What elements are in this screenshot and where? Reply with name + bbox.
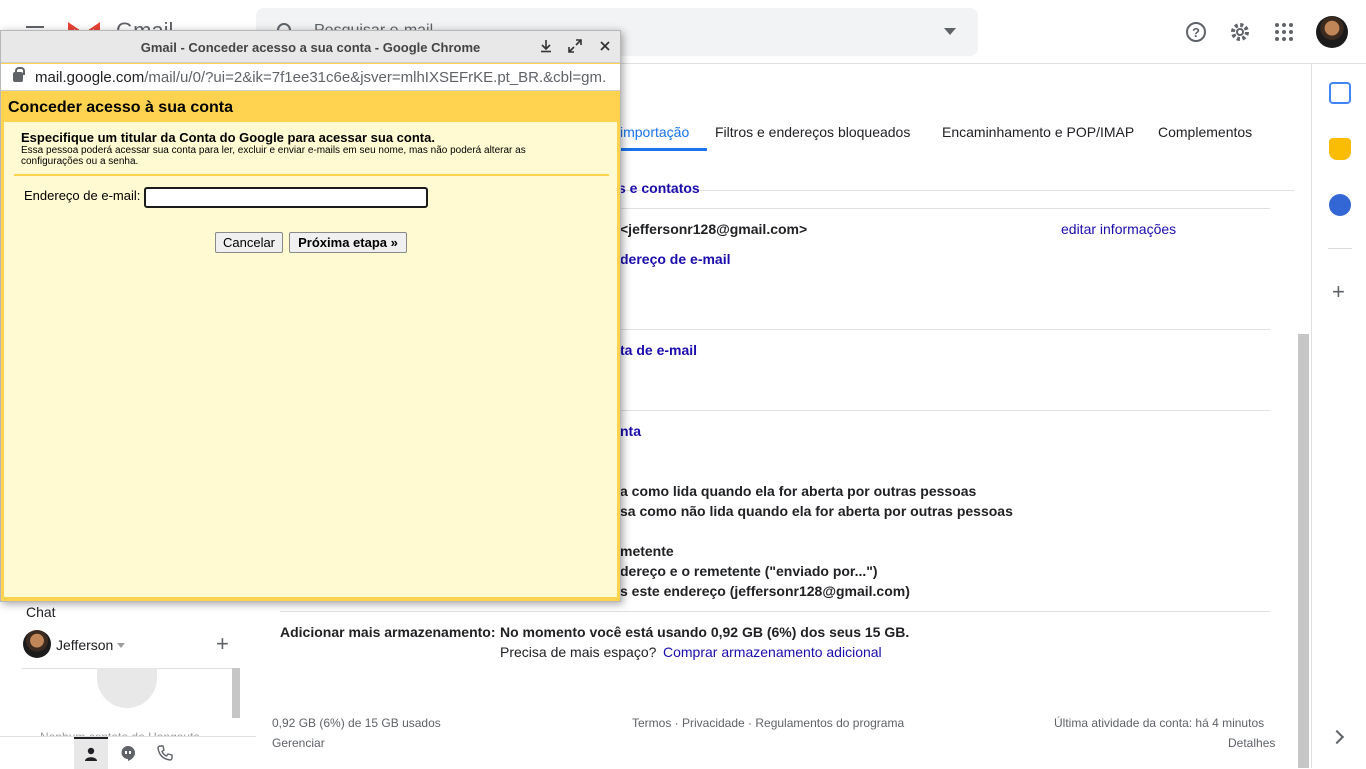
storage-usage: No momento você está usando 0,92 GB (6%)…	[500, 624, 910, 640]
url-path: /mail/u/0/?ui=2&ik=7f1ee31c6e&jsver=mlhI…	[144, 69, 607, 86]
popup-description: Essa pessoa poderá acessar sua conta par…	[21, 145, 526, 167]
tab-filters[interactable]: Filtros e endereços bloqueados	[715, 124, 910, 140]
grant-access-link[interactable]: nta	[620, 423, 641, 439]
email-field-label: Endereço de e-mail:	[24, 188, 141, 203]
chat-title: Chat	[26, 604, 56, 620]
chat-bottom-bar	[0, 736, 256, 769]
help-icon[interactable]: ?	[1184, 20, 1208, 44]
edit-info-link[interactable]: editar informações	[1061, 221, 1176, 237]
tab-addons[interactable]: Complementos	[1158, 124, 1252, 140]
sender-option-1[interactable]: metente	[620, 543, 674, 559]
details-link[interactable]: Detalhes	[1228, 736, 1275, 750]
chat-scrollbar[interactable]	[232, 668, 240, 718]
last-activity: Última atividade da conta: há 4 minutos	[1054, 716, 1265, 730]
sender-option-2[interactable]: dereço e o remetente ("enviado por...")	[620, 563, 878, 579]
popup-form-panel: Especifique um titular da Conta do Googl…	[4, 122, 617, 597]
calendar-icon[interactable]	[1329, 82, 1351, 104]
storage-footer: 0,92 GB (6%) de 15 GB usados	[272, 716, 441, 730]
section-divider	[280, 611, 1270, 612]
contacts-link-partial[interactable]: s e contatos	[618, 180, 700, 194]
chevron-down-icon[interactable]	[117, 643, 125, 648]
add-addon-plus-icon[interactable]: +	[1332, 281, 1345, 303]
lock-icon[interactable]	[13, 67, 25, 82]
account-avatar[interactable]	[1316, 16, 1348, 48]
account-email: <jeffersonr128@gmail.com>	[620, 221, 808, 237]
url-host: mail.google.com	[35, 69, 145, 86]
add-account-link[interactable]: ta de e-mail	[620, 342, 697, 358]
contacts-tab[interactable]	[74, 737, 108, 769]
search-options-icon[interactable]	[944, 28, 956, 35]
hangouts-bubble-icon	[97, 668, 157, 708]
close-icon[interactable]	[598, 39, 612, 53]
footer-links[interactable]: Termos · Privacidade · Regulamentos do p…	[632, 716, 904, 730]
side-panel: +	[1311, 64, 1366, 768]
minimize-icon[interactable]	[539, 39, 553, 53]
popup-window-title: Gmail - Conceder acesso a sua conta - Go…	[140, 40, 481, 55]
storage-label: Adicionar mais armazenamento:	[280, 624, 496, 640]
email-field[interactable]	[144, 187, 428, 208]
maximize-icon[interactable]	[568, 39, 582, 53]
tab-import[interactable]: importação	[620, 124, 689, 140]
storage-question: Precisa de mais espaço?	[500, 644, 657, 660]
chat-user-name[interactable]: Jefferson	[56, 637, 113, 653]
settings-gear-icon[interactable]	[1228, 20, 1252, 44]
tab-forwarding[interactable]: Encaminhamento e POP/IMAP	[942, 124, 1134, 140]
popup-address-bar[interactable]: mail.google.com/mail/u/0/?ui=2&ik=7f1ee3…	[1, 64, 620, 91]
mark-unread-option[interactable]: sa como não lida quando ela for aberta p…	[620, 503, 1013, 519]
new-chat-plus-icon[interactable]: +	[216, 633, 229, 655]
popup-heading: Conceder acesso à sua conta	[8, 99, 233, 116]
person-icon	[85, 747, 97, 761]
next-step-button[interactable]: Próxima etapa »	[289, 232, 407, 253]
popup-subheading: Especifique um titular da Conta do Googl…	[21, 130, 435, 145]
sender-option-3[interactable]: s este endereço (jeffersonr128@gmail.com…	[620, 583, 910, 599]
popup-url[interactable]: mail.google.com/mail/u/0/?ui=2&ik=7f1ee3…	[35, 69, 607, 86]
buy-storage-link[interactable]: Comprar armazenamento adicional	[663, 644, 882, 660]
side-panel-divider	[1328, 248, 1352, 249]
tab-active-indicator	[617, 148, 707, 151]
manage-link[interactable]: Gerenciar	[272, 736, 325, 750]
popup-title-bar[interactable]: Gmail - Conceder acesso a sua conta - Go…	[1, 31, 620, 63]
grant-access-popup-window: Gmail - Conceder acesso a sua conta - Go…	[0, 30, 621, 602]
cancel-button[interactable]: Cancelar	[215, 232, 283, 253]
tasks-icon[interactable]	[1329, 194, 1351, 216]
phone-icon[interactable]	[157, 745, 173, 761]
mark-read-option[interactable]: a como lida quando ela for aberta por ou…	[620, 483, 976, 499]
popup-separator	[14, 174, 609, 176]
apps-grid-icon[interactable]	[1272, 20, 1296, 44]
add-email-link[interactable]: dereço de e-mail	[620, 251, 731, 267]
main-scrollbar[interactable]	[1298, 334, 1309, 768]
hangouts-icon[interactable]	[120, 745, 136, 761]
svg-text:?: ?	[1192, 25, 1200, 40]
chat-user-avatar[interactable]	[23, 630, 51, 658]
keep-icon[interactable]	[1329, 138, 1351, 160]
